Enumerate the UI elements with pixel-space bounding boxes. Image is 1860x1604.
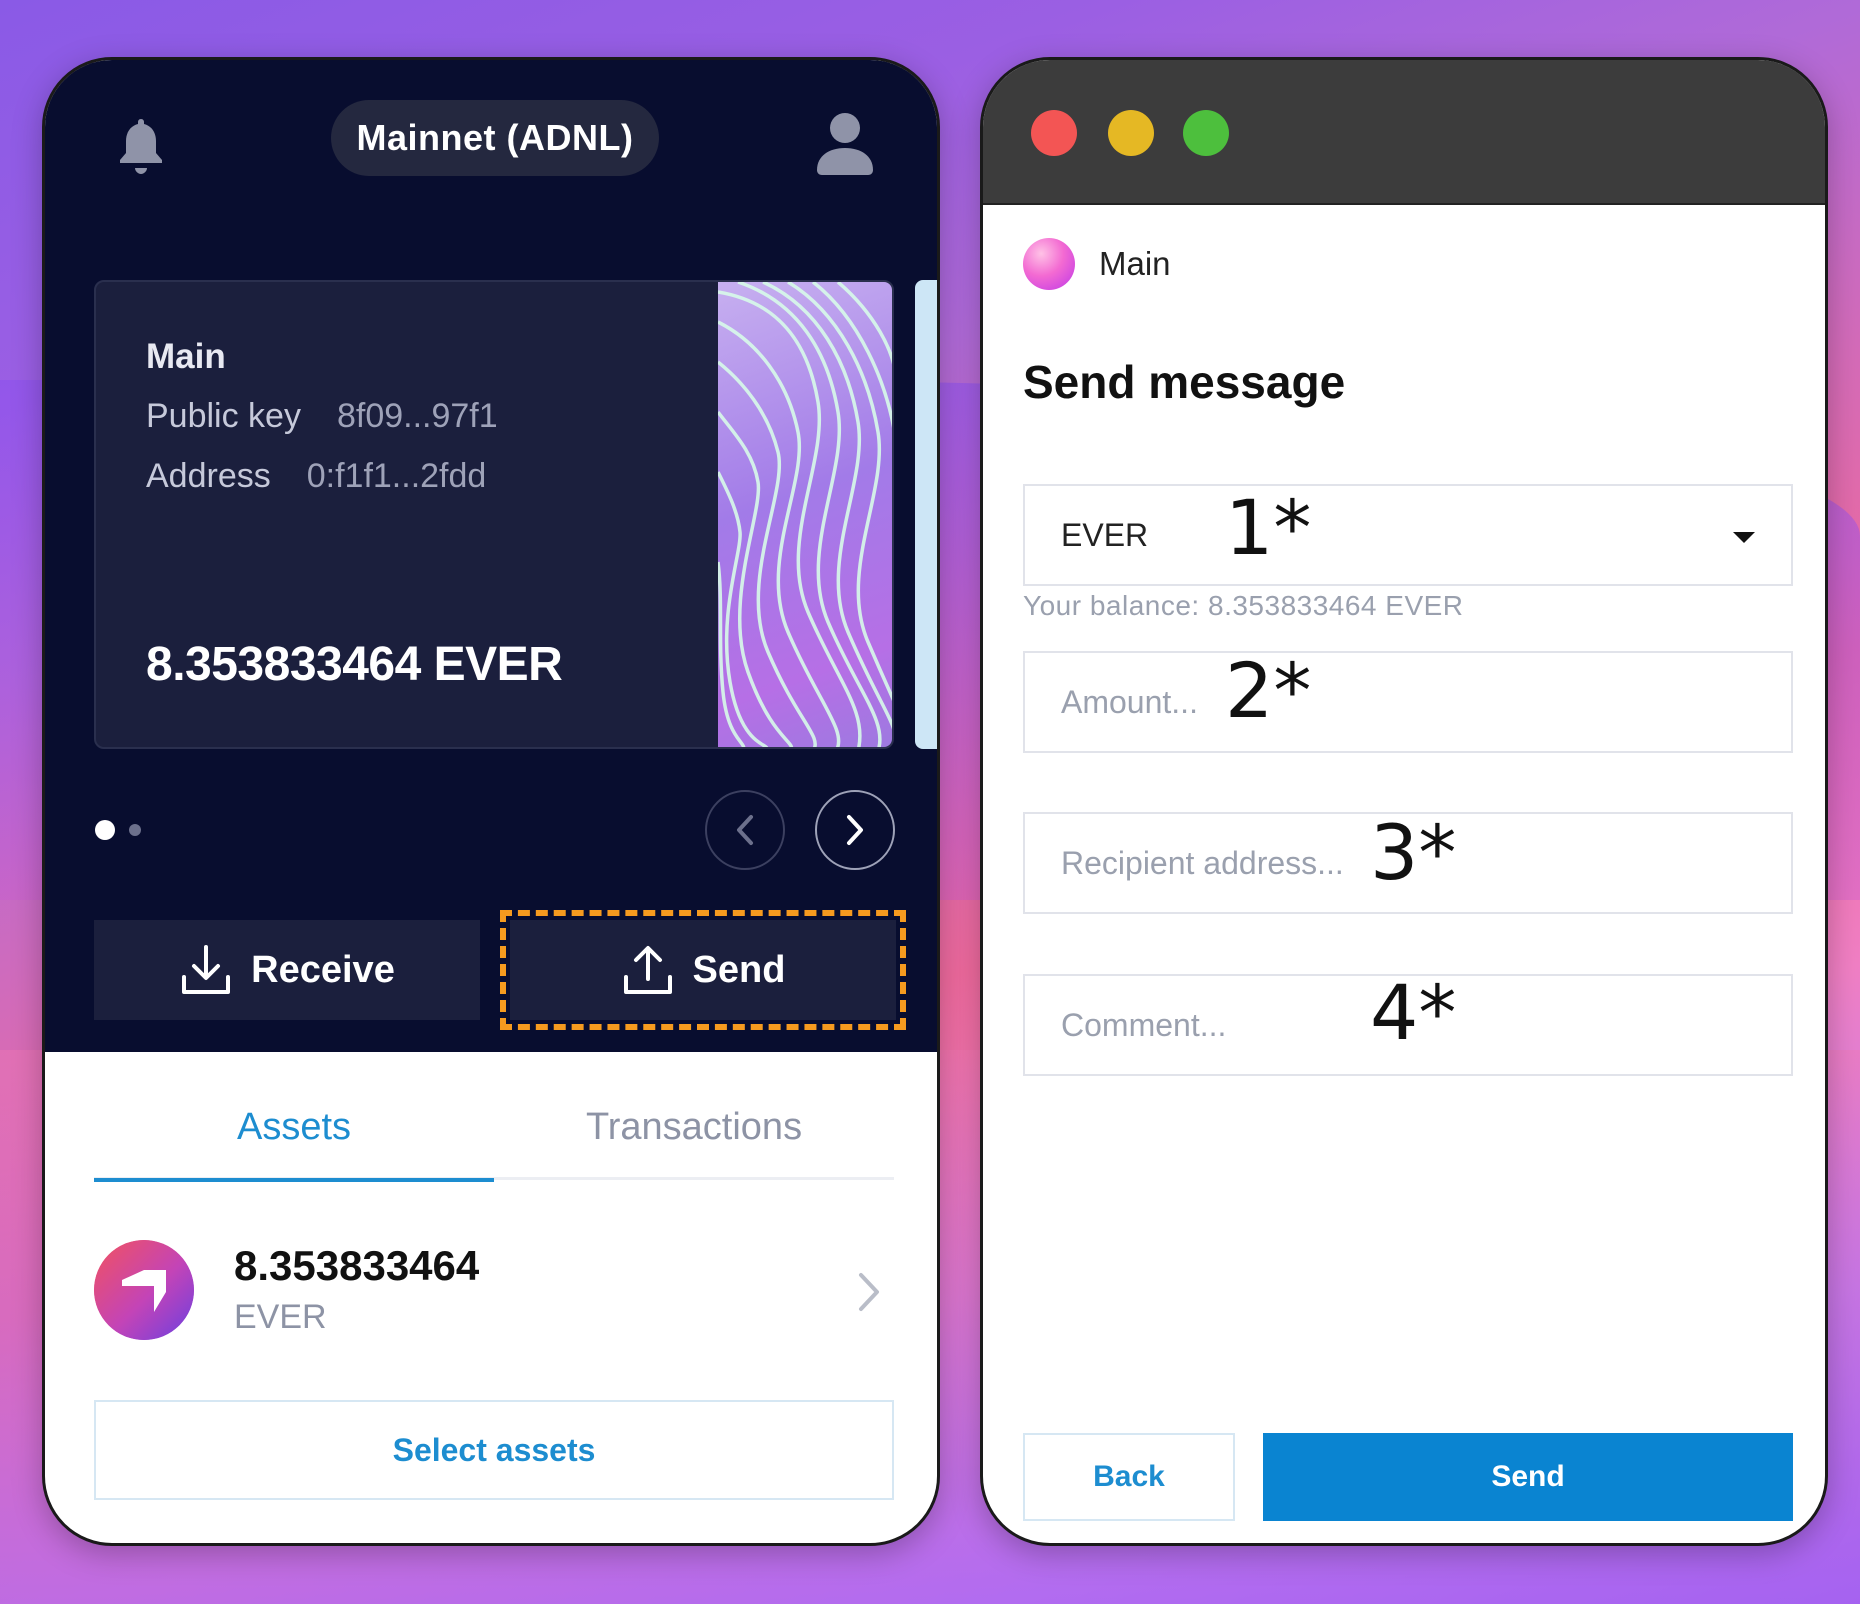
public-key-value[interactable]: 8f09...97f1: [337, 397, 498, 436]
asset-symbol: EVER: [234, 1298, 327, 1336]
token-select-value: EVER: [1061, 516, 1149, 553]
receive-button[interactable]: Receive: [94, 920, 480, 1020]
asset-amount: 8.353833464: [234, 1242, 480, 1289]
caret-down-icon: [1733, 532, 1755, 543]
card-wave-pattern: [718, 282, 892, 747]
select-assets-button[interactable]: Select assets: [94, 1400, 894, 1500]
token-select[interactable]: EVER: [1023, 484, 1793, 586]
carousel-dot[interactable]: [129, 824, 141, 836]
address-value[interactable]: 0:f1f1...2fdd: [307, 457, 487, 496]
send-message-window: Main Send message EVER Your balance: 8.3…: [980, 57, 1828, 1546]
page-title: Send message: [1023, 356, 1346, 408]
previous-account-button[interactable]: [705, 790, 785, 870]
avatar: [1023, 238, 1075, 290]
network-selector[interactable]: Mainnet (ADNL): [331, 100, 659, 176]
tab-transactions[interactable]: Transactions: [494, 1100, 894, 1180]
profile-icon[interactable]: [815, 110, 875, 176]
receive-label: Receive: [251, 948, 395, 991]
public-key-label: Public key: [146, 397, 301, 435]
close-window-button[interactable]: [1031, 110, 1077, 156]
amount-input[interactable]: Amount...: [1023, 651, 1793, 753]
window-titlebar: [983, 60, 1825, 205]
send-submit-button[interactable]: Send: [1263, 1433, 1793, 1521]
carousel-dot-active[interactable]: [95, 820, 115, 840]
wallet-header-area: Mainnet (ADNL) Main Public key 8f09...97f…: [45, 60, 937, 1052]
download-icon: [182, 945, 231, 994]
balance-hint: Your balance: 8.353833464 EVER: [1023, 590, 1464, 621]
minimize-window-button[interactable]: [1108, 110, 1154, 156]
chevron-right-icon: [859, 1273, 879, 1311]
bell-icon[interactable]: [115, 115, 167, 177]
annotation-marker: 1*: [1225, 483, 1312, 572]
wallet-tabs: Assets Transactions: [94, 1100, 894, 1182]
public-key-row: Public key 8f09...97f1: [146, 397, 498, 436]
annotation-marker: 2*: [1225, 646, 1312, 735]
chevron-left-icon: [737, 815, 753, 845]
tab-assets[interactable]: Assets: [94, 1100, 494, 1182]
carousel-dots: [95, 820, 141, 840]
sender-account-name: Main: [1099, 245, 1171, 282]
annotation-marker: 3*: [1370, 808, 1457, 897]
asset-list-item[interactable]: 8.353833464 EVER: [94, 1240, 894, 1350]
annotation-marker: 4*: [1370, 968, 1457, 1057]
back-button[interactable]: Back: [1023, 1433, 1235, 1521]
address-label: Address: [146, 457, 271, 495]
address-row: Address 0:f1f1...2fdd: [146, 457, 486, 496]
next-account-button[interactable]: [815, 790, 895, 870]
account-name: Main: [146, 337, 226, 376]
account-card[interactable]: Main Public key 8f09...97f1 Address 0:f1f1…: [94, 280, 894, 749]
ever-token-icon: [94, 1240, 194, 1340]
upload-icon: [623, 946, 672, 994]
account-balance: 8.353833464 EVER: [146, 638, 563, 691]
send-button[interactable]: Send: [500, 910, 906, 1030]
sender-account: Main: [1023, 238, 1171, 290]
wallet-panel: Mainnet (ADNL) Main Public key 8f09...97f…: [42, 57, 940, 1546]
maximize-window-button[interactable]: [1183, 110, 1229, 156]
send-label: Send: [692, 948, 786, 991]
next-account-card[interactable]: [915, 280, 937, 749]
chevron-right-icon: [847, 815, 863, 845]
